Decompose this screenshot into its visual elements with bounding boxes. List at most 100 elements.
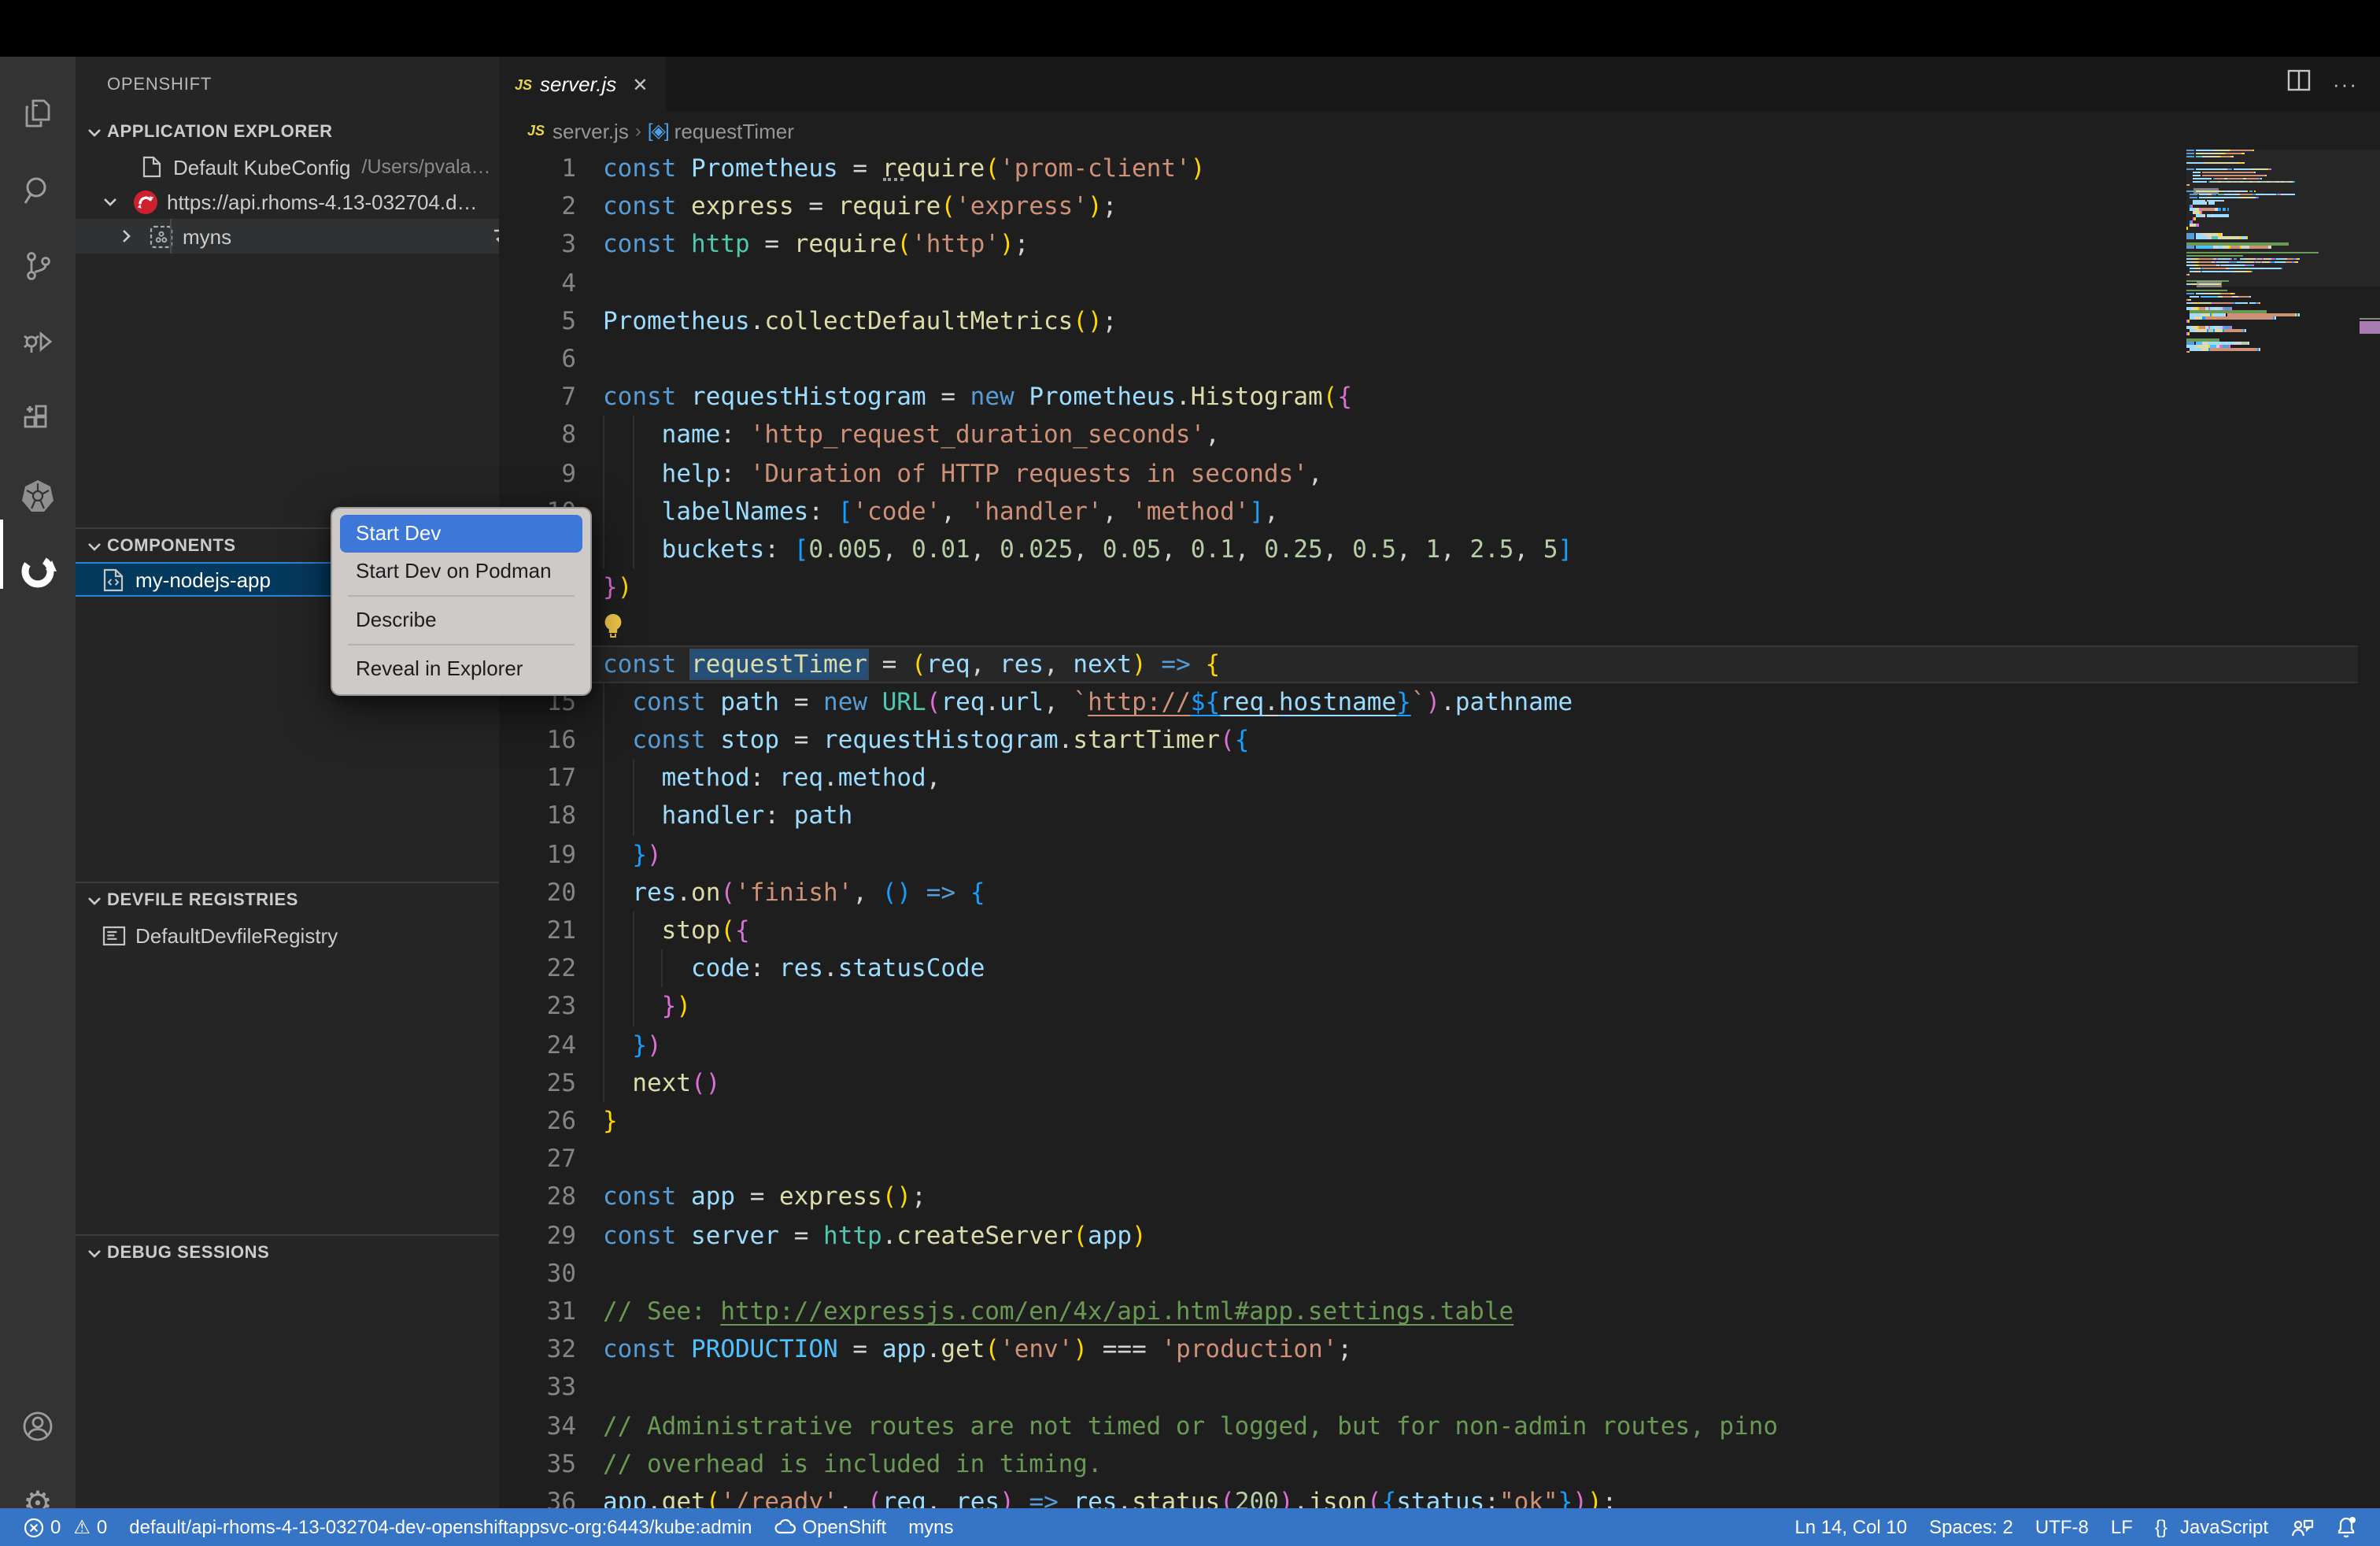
code-line-3[interactable]: const http = require('http'); [603, 226, 1029, 264]
code-line-9[interactable]: help: 'Duration of HTTP requests in seco… [603, 454, 1323, 492]
tree-item-default-devfile-registry[interactable]: DefaultDevfileRegistry [76, 918, 499, 952]
code-line-28[interactable]: const app = express(); [603, 1178, 926, 1216]
code-line-32[interactable]: const PRODUCTION = app.get('env') === 'p… [603, 1330, 1352, 1368]
breadcrumb-item-symbol[interactable]: requestTimer [674, 119, 794, 142]
code-token: , [926, 764, 941, 792]
code-line-36[interactable]: app.get('/ready', (req, res) => res.stat… [603, 1483, 1617, 1508]
line-number: 9 [499, 454, 576, 492]
code-line-19[interactable]: }) [603, 835, 662, 873]
code-line-31[interactable]: // See: http://expressjs.com/en/4x/api.h… [603, 1293, 1513, 1330]
menu-item-start-dev-podman[interactable]: Start Dev on Podman [340, 553, 582, 590]
minimap-token [2198, 224, 2200, 227]
code-line-14[interactable]: const requestTimer = (req, res, next) =>… [603, 645, 1220, 682]
code-token: . [1176, 383, 1191, 411]
code-line-8[interactable]: name: 'http_request_duration_seconds', [603, 416, 1220, 454]
code-line-21[interactable]: stop({ [603, 912, 750, 949]
kubernetes-icon[interactable] [0, 458, 76, 534]
lightbulb-icon[interactable] [601, 613, 625, 648]
indent-guide [603, 1026, 604, 1063]
tree-item-kubeconfig[interactable]: Default KubeConfig /Users/pvala… [76, 150, 499, 184]
minimap-token [2242, 180, 2249, 183]
code-line-25[interactable]: next() [603, 1064, 720, 1102]
code-token: ( [706, 1488, 721, 1508]
code-line-24[interactable]: }) [603, 1026, 662, 1063]
code-token: statusCode [838, 954, 985, 982]
minimap[interactable] [2186, 150, 2358, 1508]
chevron-right-icon[interactable] [113, 228, 139, 244]
code-token: get [941, 1335, 985, 1363]
cursor-position-status[interactable]: Ln 14, Col 10 [1794, 1516, 1907, 1538]
menu-item-start-dev[interactable]: Start Dev [340, 515, 582, 553]
section-devfile-registries[interactable]: DEVFILE REGISTRIES [76, 883, 499, 918]
code-line-29[interactable]: const server = http.createServer(app) [603, 1216, 1147, 1254]
code-line-18[interactable]: handler: path [603, 797, 852, 835]
menu-item-reveal-in-explorer[interactable]: Reveal in Explorer [340, 650, 582, 688]
code-line-2[interactable]: const express = require('express'); [603, 187, 1117, 225]
minimap-token [2221, 156, 2231, 158]
code-token: = [779, 726, 823, 754]
tree-item-cluster[interactable]: https://api.rhoms-4.13-032704.d… [76, 184, 499, 219]
code-line-35[interactable]: // overhead is included in timing. [603, 1445, 1103, 1483]
switch-namespace-icon[interactable] [493, 223, 499, 250]
indent-guide [603, 835, 604, 873]
problems-status[interactable]: 0 ⚠ 0 [24, 1516, 107, 1538]
indent-guide [603, 721, 604, 759]
split-editor-icon[interactable] [2287, 69, 2311, 99]
encoding-status[interactable]: UTF-8 [2035, 1516, 2089, 1538]
section-debug-sessions[interactable]: DEBUG SESSIONS [76, 1236, 499, 1270]
minimap-token [2231, 180, 2240, 183]
close-tab-icon[interactable]: ✕ [632, 73, 648, 95]
tree-item-namespace-myns[interactable]: myns [76, 219, 499, 253]
minimap-token [2203, 175, 2266, 177]
accounts-icon[interactable] [0, 1389, 76, 1464]
code-line-5[interactable]: Prometheus.collectDefaultMetrics(); [603, 302, 1117, 340]
source-control-icon[interactable] [0, 228, 76, 304]
component-context-menu: Start Dev Start Dev on Podman Describe R… [331, 507, 592, 696]
code-line-12[interactable]: }) [603, 568, 632, 606]
code-line-23[interactable]: }) [603, 988, 691, 1026]
explorer-icon[interactable] [0, 76, 76, 151]
minimap-token [2233, 156, 2234, 158]
section-application-explorer[interactable]: APPLICATION EXPLORER [76, 115, 499, 150]
run-debug-icon[interactable] [0, 305, 76, 381]
code-line-16[interactable]: const stop = requestHistogram.startTimer… [603, 721, 1249, 759]
kube-context-status[interactable]: default/api-rhoms-4-13-032704-dev-opensh… [129, 1516, 752, 1538]
overview-ruler-line [2360, 318, 2380, 320]
minimap-token [2227, 177, 2242, 179]
chevron-down-icon[interactable] [98, 194, 123, 209]
code-token: , [1205, 421, 1220, 449]
code-line-34[interactable]: // Administrative routes are not timed o… [603, 1407, 1778, 1444]
code-token: const [632, 688, 705, 716]
breadcrumb-item-file[interactable]: server.js [552, 119, 629, 142]
code-token: http:// [1088, 688, 1191, 716]
code-line-26[interactable]: } [603, 1102, 618, 1140]
editor-more-icon[interactable]: ··· [2333, 72, 2358, 96]
feedback-icon[interactable] [2290, 1517, 2314, 1537]
openshift-icon[interactable] [0, 534, 76, 609]
tab-server-js[interactable]: JS server.js ✕ [499, 57, 666, 112]
code-line-11[interactable]: buckets: [0.005, 0.01, 0.025, 0.05, 0.1,… [603, 531, 1572, 568]
code-token: const [603, 1183, 676, 1211]
code-editor[interactable]: 1234567891011121314151617181920212223242… [499, 150, 2380, 1508]
indentation-status[interactable]: Spaces: 2 [1929, 1516, 2013, 1538]
code-line-10[interactable]: labelNames: ['code', 'handler', 'method'… [603, 493, 1279, 531]
code-line-1[interactable]: const Prometheus = require('prom-client'… [603, 150, 1205, 187]
notifications-bell-icon[interactable] [2336, 1516, 2356, 1538]
code-line-17[interactable]: method: req.method, [603, 759, 941, 797]
code-line-20[interactable]: res.on('finish', () => { [603, 874, 985, 912]
menu-item-describe[interactable]: Describe [340, 601, 582, 639]
language-status[interactable]: {}JavaScript [2155, 1516, 2268, 1538]
minimap-token [2246, 236, 2248, 239]
namespace-status[interactable]: myns [908, 1516, 953, 1538]
minimap-line [2186, 351, 2190, 354]
openshift-status[interactable]: OpenShift [774, 1516, 886, 1538]
eol-status[interactable]: LF [2111, 1516, 2133, 1538]
code-line-15[interactable]: const path = new URL(req.url, `http://${… [603, 683, 1572, 721]
code-line-22[interactable]: code: res.statusCode [603, 949, 985, 987]
code-token: app [691, 1183, 735, 1211]
code-token: on [691, 878, 720, 907]
code-token: Prometheus [691, 154, 838, 183]
code-line-7[interactable]: const requestHistogram = new Prometheus.… [603, 378, 1352, 416]
extensions-icon[interactable] [0, 381, 76, 457]
search-icon[interactable] [0, 153, 76, 228]
